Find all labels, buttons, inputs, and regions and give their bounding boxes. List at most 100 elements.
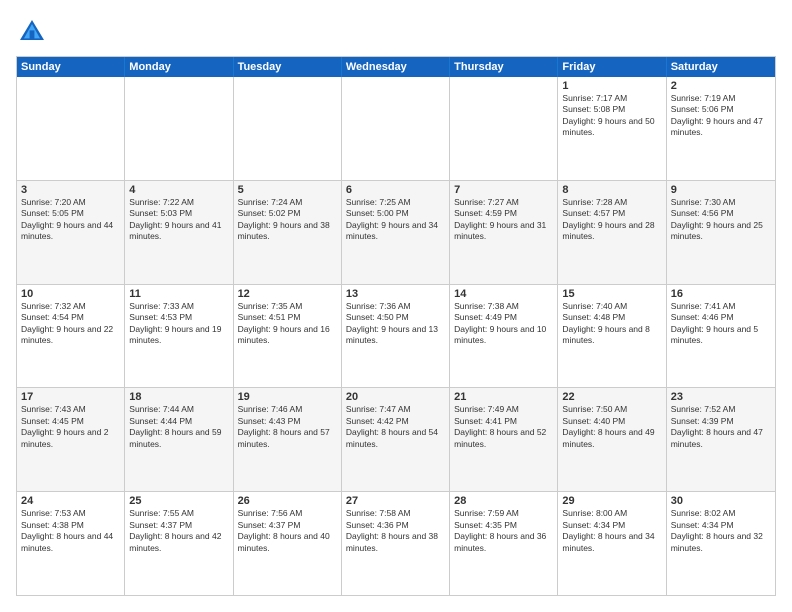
day-number: 29 — [562, 495, 661, 507]
day-number: 28 — [454, 495, 553, 507]
day-number: 18 — [129, 391, 228, 403]
empty-cell-0-0 — [17, 77, 125, 180]
day-info: Sunrise: 8:00 AM Sunset: 4:34 PM Dayligh… — [562, 508, 654, 552]
day-info: Sunrise: 7:38 AM Sunset: 4:49 PM Dayligh… — [454, 301, 546, 345]
day-info: Sunrise: 7:56 AM Sunset: 4:37 PM Dayligh… — [238, 508, 330, 552]
calendar-header: SundayMondayTuesdayWednesdayThursdayFrid… — [17, 57, 775, 77]
day-cell-26: 26Sunrise: 7:56 AM Sunset: 4:37 PM Dayli… — [234, 492, 342, 595]
day-cell-29: 29Sunrise: 8:00 AM Sunset: 4:34 PM Dayli… — [558, 492, 666, 595]
day-cell-24: 24Sunrise: 7:53 AM Sunset: 4:38 PM Dayli… — [17, 492, 125, 595]
day-info: Sunrise: 7:55 AM Sunset: 4:37 PM Dayligh… — [129, 508, 221, 552]
day-info: Sunrise: 7:24 AM Sunset: 5:02 PM Dayligh… — [238, 197, 330, 241]
day-info: Sunrise: 7:41 AM Sunset: 4:46 PM Dayligh… — [671, 301, 758, 345]
empty-cell-0-3 — [342, 77, 450, 180]
day-info: Sunrise: 7:36 AM Sunset: 4:50 PM Dayligh… — [346, 301, 438, 345]
day-info: Sunrise: 7:33 AM Sunset: 4:53 PM Dayligh… — [129, 301, 221, 345]
day-cell-8: 8Sunrise: 7:28 AM Sunset: 4:57 PM Daylig… — [558, 181, 666, 284]
day-info: Sunrise: 7:53 AM Sunset: 4:38 PM Dayligh… — [21, 508, 113, 552]
day-cell-4: 4Sunrise: 7:22 AM Sunset: 5:03 PM Daylig… — [125, 181, 233, 284]
day-number: 24 — [21, 495, 120, 507]
day-cell-9: 9Sunrise: 7:30 AM Sunset: 4:56 PM Daylig… — [667, 181, 775, 284]
day-cell-16: 16Sunrise: 7:41 AM Sunset: 4:46 PM Dayli… — [667, 285, 775, 388]
day-number: 3 — [21, 184, 120, 196]
day-cell-13: 13Sunrise: 7:36 AM Sunset: 4:50 PM Dayli… — [342, 285, 450, 388]
day-number: 10 — [21, 288, 120, 300]
day-info: Sunrise: 7:58 AM Sunset: 4:36 PM Dayligh… — [346, 508, 438, 552]
weekday-header-wednesday: Wednesday — [342, 57, 450, 77]
calendar-row-1: 3Sunrise: 7:20 AM Sunset: 5:05 PM Daylig… — [17, 180, 775, 284]
day-cell-6: 6Sunrise: 7:25 AM Sunset: 5:00 PM Daylig… — [342, 181, 450, 284]
empty-cell-0-4 — [450, 77, 558, 180]
day-number: 6 — [346, 184, 445, 196]
day-cell-30: 30Sunrise: 8:02 AM Sunset: 4:34 PM Dayli… — [667, 492, 775, 595]
day-info: Sunrise: 7:32 AM Sunset: 4:54 PM Dayligh… — [21, 301, 113, 345]
weekday-header-tuesday: Tuesday — [234, 57, 342, 77]
day-cell-7: 7Sunrise: 7:27 AM Sunset: 4:59 PM Daylig… — [450, 181, 558, 284]
day-number: 15 — [562, 288, 661, 300]
day-info: Sunrise: 7:25 AM Sunset: 5:00 PM Dayligh… — [346, 197, 438, 241]
day-cell-20: 20Sunrise: 7:47 AM Sunset: 4:42 PM Dayli… — [342, 388, 450, 491]
day-info: Sunrise: 8:02 AM Sunset: 4:34 PM Dayligh… — [671, 508, 763, 552]
day-number: 7 — [454, 184, 553, 196]
day-info: Sunrise: 7:46 AM Sunset: 4:43 PM Dayligh… — [238, 404, 330, 448]
day-number: 4 — [129, 184, 228, 196]
day-cell-15: 15Sunrise: 7:40 AM Sunset: 4:48 PM Dayli… — [558, 285, 666, 388]
day-number: 20 — [346, 391, 445, 403]
calendar-row-4: 24Sunrise: 7:53 AM Sunset: 4:38 PM Dayli… — [17, 491, 775, 595]
page: SundayMondayTuesdayWednesdayThursdayFrid… — [0, 0, 792, 612]
logo — [16, 16, 52, 48]
day-info: Sunrise: 7:52 AM Sunset: 4:39 PM Dayligh… — [671, 404, 763, 448]
day-cell-10: 10Sunrise: 7:32 AM Sunset: 4:54 PM Dayli… — [17, 285, 125, 388]
day-cell-11: 11Sunrise: 7:33 AM Sunset: 4:53 PM Dayli… — [125, 285, 233, 388]
day-number: 16 — [671, 288, 771, 300]
day-cell-25: 25Sunrise: 7:55 AM Sunset: 4:37 PM Dayli… — [125, 492, 233, 595]
day-cell-28: 28Sunrise: 7:59 AM Sunset: 4:35 PM Dayli… — [450, 492, 558, 595]
header — [16, 16, 776, 48]
day-info: Sunrise: 7:35 AM Sunset: 4:51 PM Dayligh… — [238, 301, 330, 345]
day-cell-2: 2Sunrise: 7:19 AM Sunset: 5:06 PM Daylig… — [667, 77, 775, 180]
day-cell-17: 17Sunrise: 7:43 AM Sunset: 4:45 PM Dayli… — [17, 388, 125, 491]
day-number: 21 — [454, 391, 553, 403]
day-cell-5: 5Sunrise: 7:24 AM Sunset: 5:02 PM Daylig… — [234, 181, 342, 284]
day-cell-1: 1Sunrise: 7:17 AM Sunset: 5:08 PM Daylig… — [558, 77, 666, 180]
day-info: Sunrise: 7:28 AM Sunset: 4:57 PM Dayligh… — [562, 197, 654, 241]
day-number: 1 — [562, 80, 661, 92]
weekday-header-thursday: Thursday — [450, 57, 558, 77]
day-number: 11 — [129, 288, 228, 300]
day-cell-14: 14Sunrise: 7:38 AM Sunset: 4:49 PM Dayli… — [450, 285, 558, 388]
day-cell-19: 19Sunrise: 7:46 AM Sunset: 4:43 PM Dayli… — [234, 388, 342, 491]
day-number: 2 — [671, 80, 771, 92]
calendar-body: 1Sunrise: 7:17 AM Sunset: 5:08 PM Daylig… — [17, 77, 775, 595]
day-number: 23 — [671, 391, 771, 403]
day-number: 17 — [21, 391, 120, 403]
day-info: Sunrise: 7:22 AM Sunset: 5:03 PM Dayligh… — [129, 197, 221, 241]
day-number: 27 — [346, 495, 445, 507]
day-info: Sunrise: 7:50 AM Sunset: 4:40 PM Dayligh… — [562, 404, 654, 448]
day-info: Sunrise: 7:40 AM Sunset: 4:48 PM Dayligh… — [562, 301, 649, 345]
calendar: SundayMondayTuesdayWednesdayThursdayFrid… — [16, 56, 776, 596]
empty-cell-0-1 — [125, 77, 233, 180]
day-info: Sunrise: 7:43 AM Sunset: 4:45 PM Dayligh… — [21, 404, 108, 448]
day-info: Sunrise: 7:27 AM Sunset: 4:59 PM Dayligh… — [454, 197, 546, 241]
calendar-row-2: 10Sunrise: 7:32 AM Sunset: 4:54 PM Dayli… — [17, 284, 775, 388]
day-info: Sunrise: 7:44 AM Sunset: 4:44 PM Dayligh… — [129, 404, 221, 448]
day-cell-27: 27Sunrise: 7:58 AM Sunset: 4:36 PM Dayli… — [342, 492, 450, 595]
weekday-header-sunday: Sunday — [17, 57, 125, 77]
day-number: 26 — [238, 495, 337, 507]
weekday-header-monday: Monday — [125, 57, 233, 77]
day-number: 14 — [454, 288, 553, 300]
day-cell-12: 12Sunrise: 7:35 AM Sunset: 4:51 PM Dayli… — [234, 285, 342, 388]
day-number: 22 — [562, 391, 661, 403]
day-info: Sunrise: 7:30 AM Sunset: 4:56 PM Dayligh… — [671, 197, 763, 241]
day-number: 12 — [238, 288, 337, 300]
weekday-header-saturday: Saturday — [667, 57, 775, 77]
calendar-row-0: 1Sunrise: 7:17 AM Sunset: 5:08 PM Daylig… — [17, 77, 775, 180]
logo-icon — [16, 16, 48, 48]
empty-cell-0-2 — [234, 77, 342, 180]
day-number: 5 — [238, 184, 337, 196]
day-number: 30 — [671, 495, 771, 507]
day-number: 13 — [346, 288, 445, 300]
weekday-header-friday: Friday — [558, 57, 666, 77]
day-info: Sunrise: 7:17 AM Sunset: 5:08 PM Dayligh… — [562, 93, 654, 137]
day-cell-22: 22Sunrise: 7:50 AM Sunset: 4:40 PM Dayli… — [558, 388, 666, 491]
